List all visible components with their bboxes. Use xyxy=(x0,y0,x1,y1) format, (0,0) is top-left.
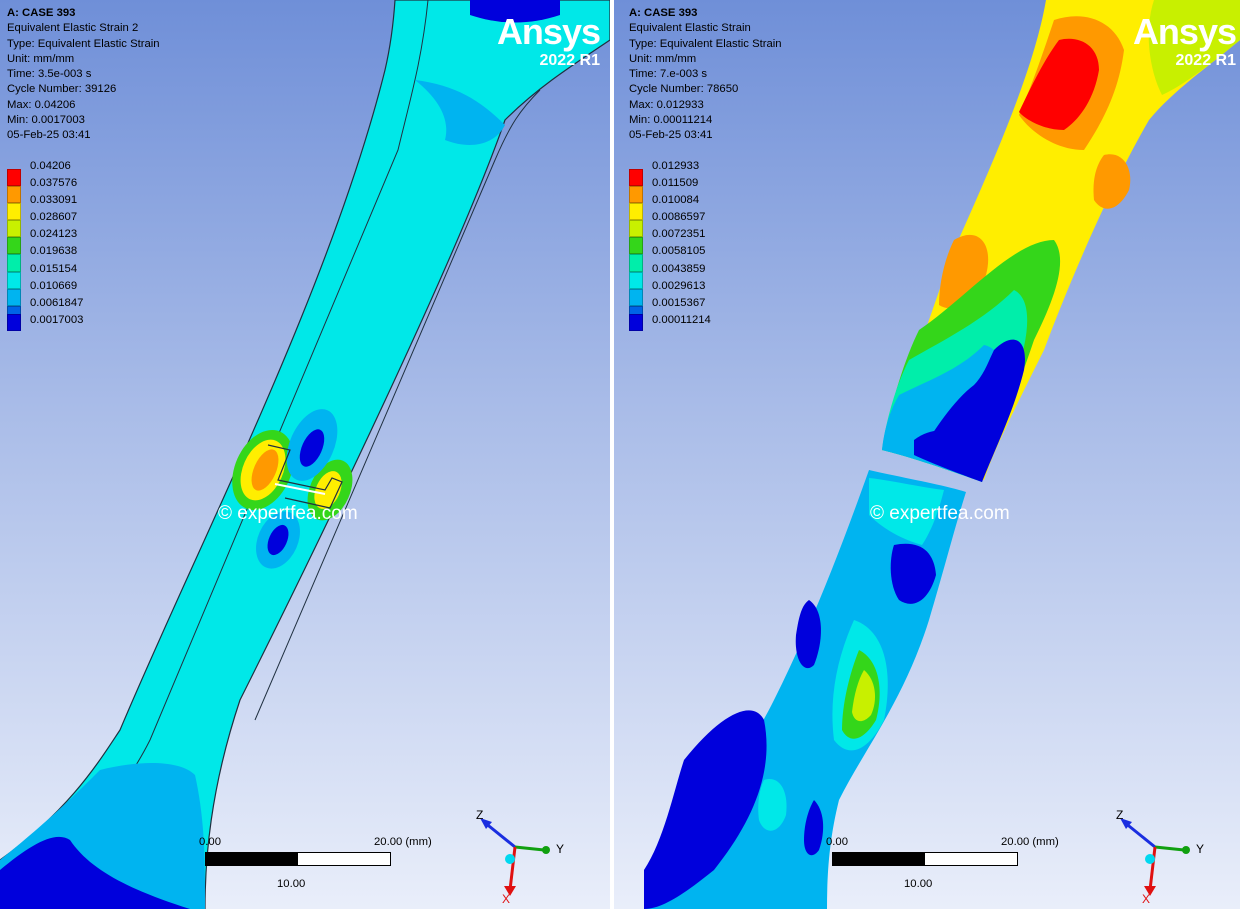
legend-value: 0.0017003 xyxy=(30,313,84,326)
legend-value: 0.0043859 xyxy=(652,262,706,275)
legend-swatch xyxy=(7,186,21,204)
legend-swatch xyxy=(629,220,643,238)
legend-swatch xyxy=(7,288,21,306)
legend-swatch xyxy=(629,288,643,306)
ansys-logo: Ansys 2022 R1 xyxy=(496,11,601,70)
result-type: Type: Equivalent Elastic Strain xyxy=(7,37,160,50)
scale-bar-graphic xyxy=(832,852,1018,866)
y-axis-line xyxy=(514,845,545,852)
legend-value: 0.0061847 xyxy=(30,296,84,309)
result-max: Max: 0.012933 xyxy=(629,98,704,111)
z-axis-label: Z xyxy=(476,808,484,822)
scale-left-label: 0.00 xyxy=(199,836,221,848)
logo-word: Ansys xyxy=(1132,11,1237,52)
result-cycle: Cycle Number: 39126 xyxy=(7,83,117,96)
legend-value: 0.028607 xyxy=(30,211,78,224)
legend-swatch xyxy=(7,203,21,221)
case-title: A: CASE 393 xyxy=(629,7,698,19)
result-name: Equivalent Elastic Strain 2 xyxy=(7,22,139,35)
legend-swatch xyxy=(629,237,643,255)
z-axis-label: Z xyxy=(1116,808,1124,822)
legend-value: 0.019638 xyxy=(30,245,78,258)
result-type: Type: Equivalent Elastic Strain xyxy=(629,37,782,50)
legend-value: 0.0029613 xyxy=(652,279,706,292)
axis-triad[interactable]: Z Y X xyxy=(470,802,580,909)
result-name: Equivalent Elastic Strain xyxy=(629,22,751,35)
result-unit: Unit: mm/mm xyxy=(629,52,697,65)
scale-bar: 0.00 20.00 (mm) 10.00 xyxy=(199,836,439,896)
axis-triad[interactable]: Z Y X xyxy=(1110,802,1220,909)
legend-swatch xyxy=(7,220,21,238)
y-axis-head xyxy=(542,846,550,854)
legend-value: 0.011509 xyxy=(652,177,699,190)
legend-value: 0.0015367 xyxy=(652,296,706,309)
legend-value: 0.0072351 xyxy=(652,228,706,241)
triad-center xyxy=(1145,854,1155,864)
y-axis-label: Y xyxy=(556,842,565,856)
result-info: A: CASE 393 Equivalent Elastic Strain 2 … xyxy=(7,6,160,144)
y-axis-head xyxy=(1182,846,1190,854)
result-time: Time: 7.e-003 s xyxy=(629,68,708,81)
legend-value: 0.010669 xyxy=(30,279,78,292)
scale-mid-label: 10.00 xyxy=(904,878,933,890)
legend-value: 0.0058105 xyxy=(652,245,706,258)
case-title: A: CASE 393 xyxy=(7,7,76,19)
legend-swatch xyxy=(7,313,21,331)
result-info: A: CASE 393 Equivalent Elastic Strain Ty… xyxy=(629,6,782,144)
x-axis-line xyxy=(508,846,517,891)
watermark: © expertfea.com xyxy=(870,503,1010,524)
legend-value: 0.04206 xyxy=(30,160,71,172)
logo-word: Ansys xyxy=(496,11,601,52)
result-unit: Unit: mm/mm xyxy=(7,52,75,65)
scale-bar-graphic xyxy=(205,852,391,866)
legend-swatch xyxy=(629,186,643,204)
legend-swatch xyxy=(629,254,643,272)
result-cycle: Cycle Number: 78650 xyxy=(629,83,739,96)
legend-swatch xyxy=(7,271,21,289)
watermark: © expertfea.com xyxy=(218,503,358,524)
viewport-left[interactable]: A: CASE 393 Equivalent Elastic Strain 2 … xyxy=(0,0,610,909)
y-axis-label: Y xyxy=(1196,842,1205,856)
result-date: 05-Feb-25 03:41 xyxy=(629,129,713,142)
result-min: Min: 0.0017003 xyxy=(7,114,85,127)
legend-value: 0.033091 xyxy=(30,194,78,207)
x-axis-line xyxy=(1148,846,1157,891)
legend-value: 0.010084 xyxy=(652,194,700,207)
legend-swatch xyxy=(629,271,643,289)
legend-swatch xyxy=(629,169,643,187)
legend-swatch xyxy=(629,313,643,331)
logo-version: 2022 R1 xyxy=(539,52,601,69)
x-axis-label: X xyxy=(502,892,511,906)
legend-value: 0.015154 xyxy=(30,262,78,275)
result-max: Max: 0.04206 xyxy=(7,98,76,111)
viewport-right[interactable]: A: CASE 393 Equivalent Elastic Strain Ty… xyxy=(614,0,1240,909)
legend-swatch xyxy=(7,169,21,187)
logo-version: 2022 R1 xyxy=(1175,52,1237,69)
x-axis-label: X xyxy=(1142,892,1151,906)
legend-value: 0.0086597 xyxy=(652,211,706,224)
legend-swatch xyxy=(629,203,643,221)
scale-left-label: 0.00 xyxy=(826,836,848,848)
legend-value: 0.012933 xyxy=(652,160,700,172)
scale-bar-fill xyxy=(206,853,298,865)
result-time: Time: 3.5e-003 s xyxy=(7,68,92,81)
triad-center xyxy=(505,854,515,864)
scale-bar: 0.00 20.00 (mm) 10.00 xyxy=(826,836,1066,896)
legend-swatch xyxy=(7,237,21,255)
legend-value: 0.024123 xyxy=(30,228,78,241)
y-axis-line xyxy=(1154,845,1185,852)
legend-swatch xyxy=(7,254,21,272)
legend-value: 0.00011214 xyxy=(652,313,711,326)
scale-bar-fill xyxy=(833,853,925,865)
legend-value: 0.037576 xyxy=(30,177,78,190)
scale-right-label: 20.00 (mm) xyxy=(1001,836,1059,848)
scale-mid-label: 10.00 xyxy=(277,878,306,890)
result-min: Min: 0.00011214 xyxy=(629,114,713,127)
result-date: 05-Feb-25 03:41 xyxy=(7,129,91,142)
scale-right-label: 20.00 (mm) xyxy=(374,836,432,848)
ansys-logo: Ansys 2022 R1 xyxy=(1132,11,1237,70)
